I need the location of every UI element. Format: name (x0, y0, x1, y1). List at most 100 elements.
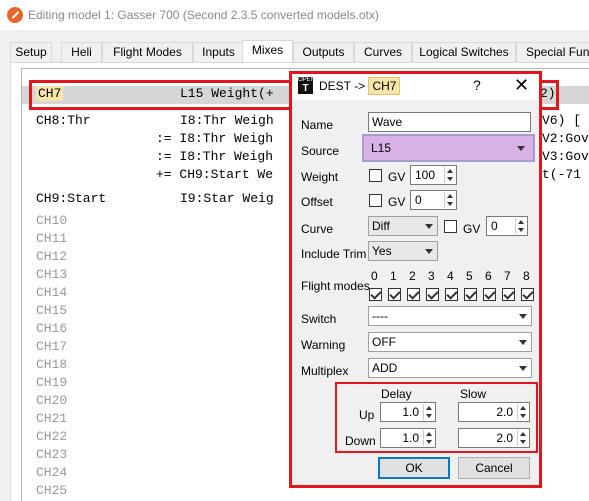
channel-label: CH13 (36, 267, 68, 282)
mix-line: += CH9:Start We (156, 167, 274, 182)
include-trim-label: Include Trim (301, 247, 367, 261)
multiplex-select[interactable]: ADD (368, 358, 532, 378)
curve-gv-checkbox[interactable] (444, 220, 457, 233)
title-bar: Editing model 1: Gasser 700 (Second 2.3.… (0, 0, 589, 30)
flight-mode-number: 4 (447, 269, 454, 283)
switch-select[interactable]: ---- (368, 306, 532, 326)
gv-label: GV (388, 195, 406, 209)
close-icon[interactable]: ✕ (514, 75, 529, 96)
warning-label: Warning (301, 338, 346, 352)
ok-button[interactable]: OK (378, 457, 450, 479)
channel-label: CH23 (36, 447, 68, 462)
flight-mode-checkbox-7[interactable] (502, 288, 515, 301)
channel-label: CH17 (36, 339, 68, 354)
flight-mode-checkbox-2[interactable] (407, 288, 420, 301)
slow-up-spinbox[interactable]: 2.0 (458, 402, 530, 422)
flight-mode-checkbox-1[interactable] (388, 288, 401, 301)
channel-label: CH15 (36, 303, 68, 318)
tab-special-functions[interactable]: Special Funct (516, 42, 589, 62)
channel-label: CH20 (36, 393, 68, 408)
channel-label: CH10 (36, 213, 68, 228)
name-field[interactable]: Wave (368, 112, 531, 132)
channel-label: CH22 (36, 429, 68, 444)
flight-mode-number: 6 (485, 269, 492, 283)
mix-line: I8:Thr Weigh (180, 113, 274, 128)
cancel-button[interactable]: Cancel (458, 457, 530, 479)
app-pencil-icon (7, 7, 23, 23)
tab-curves[interactable]: Curves (354, 42, 412, 62)
flight-mode-number: 0 (371, 269, 378, 283)
name-label: Name (301, 118, 334, 132)
include-trim-select[interactable]: Yes (368, 241, 438, 261)
weight-label: Weight (301, 170, 339, 184)
channel-label: CH19 (36, 375, 68, 390)
mix-line: := I8:Thr Weigh (156, 131, 274, 146)
flight-mode-number: 3 (428, 269, 435, 283)
channel-label: CH25 (36, 483, 68, 498)
offset-gv-checkbox[interactable] (369, 194, 382, 207)
flight-mode-checkbox-0[interactable] (369, 288, 382, 301)
down-label: Down (345, 434, 376, 448)
flight-mode-number: 8 (523, 269, 530, 283)
flight-mode-number: 7 (504, 269, 511, 283)
slow-header: Slow (460, 387, 487, 401)
mix-line-tail: t(-71 (542, 167, 582, 182)
channel-label: CH8:Thr (36, 113, 91, 128)
dialog-title-channel: CH7 (368, 77, 401, 95)
window-title: Editing model 1: Gasser 700 (Second 2.3.… (28, 8, 379, 22)
switch-label: Switch (301, 312, 337, 326)
tab-mixes[interactable]: Mixes (242, 40, 293, 64)
flight-mode-checkbox-5[interactable] (464, 288, 477, 301)
tab-heli[interactable]: Heli (61, 42, 102, 62)
mix-line-tail: V2:Gov (542, 131, 589, 146)
channel-label: CH14 (36, 285, 68, 300)
mix-line-tail: V6) [ (542, 113, 582, 128)
weight-gv-checkbox[interactable] (369, 169, 382, 182)
opentx-logo-icon: OPEN T (298, 77, 316, 94)
tab-flight-modes[interactable]: Flight Modes (102, 42, 193, 62)
flight-mode-checkbox-6[interactable] (483, 288, 496, 301)
curve-type-select[interactable]: Diff (368, 216, 438, 236)
flight-mode-checkbox-4[interactable] (445, 288, 458, 301)
flight-mode-checkbox-3[interactable] (426, 288, 439, 301)
channel-label: CH21 (36, 411, 68, 426)
flight-mode-number: 1 (390, 269, 397, 283)
curve-value-spinbox[interactable]: 0 (486, 216, 528, 236)
tab-logical-switches[interactable]: Logical Switches (412, 42, 516, 62)
source-label: Source (301, 144, 340, 158)
channel-label: CH16 (36, 321, 68, 336)
mix-line-tail: V3:Gov (542, 149, 589, 164)
tab-outputs[interactable]: Outputs (293, 42, 354, 62)
multiplex-label: Multiplex (301, 364, 349, 378)
up-label: Up (359, 408, 375, 422)
offset-label: Offset (301, 195, 333, 209)
tab-inputs[interactable]: Inputs (193, 42, 244, 62)
delay-up-spinbox[interactable]: 1.0 (380, 402, 436, 422)
channel-label: CH11 (36, 231, 68, 246)
weight-spinbox[interactable]: 100 (410, 165, 457, 185)
delay-header: Delay (381, 387, 412, 401)
mix-edit-dialog: OPEN T DEST -> CH7 ? ✕ Name Wave Source L… (289, 71, 542, 488)
gv-label: GV (463, 222, 481, 236)
source-select[interactable]: L15 (362, 134, 535, 162)
channel-label: CH12 (36, 249, 68, 264)
channel-label: CH9:Start (36, 191, 107, 206)
dialog-title: DEST -> CH7 (319, 77, 401, 95)
channel-label: CH24 (36, 465, 68, 480)
warning-select[interactable]: OFF (368, 332, 532, 352)
gv-label: GV (388, 170, 406, 184)
flight-mode-number: 5 (466, 269, 473, 283)
tab-setup[interactable]: Setup (10, 42, 52, 62)
help-button[interactable]: ? (473, 77, 481, 93)
channel-label: CH18 (36, 357, 68, 372)
mix-line: I9:Star Weig (180, 191, 274, 206)
dialog-title-bar: OPEN T DEST -> CH7 ? ✕ (292, 74, 539, 100)
delay-down-spinbox[interactable]: 1.0 (380, 428, 436, 448)
flight-mode-checkbox-8[interactable] (521, 288, 534, 301)
mix-line: := I8:Thr Weigh (156, 149, 274, 164)
flight-modes-label: Flight modes (301, 279, 370, 293)
flight-mode-number: 2 (409, 269, 416, 283)
slow-down-spinbox[interactable]: 2.0 (458, 428, 530, 448)
curve-label: Curve (301, 222, 334, 236)
offset-spinbox[interactable]: 0 (410, 190, 457, 210)
